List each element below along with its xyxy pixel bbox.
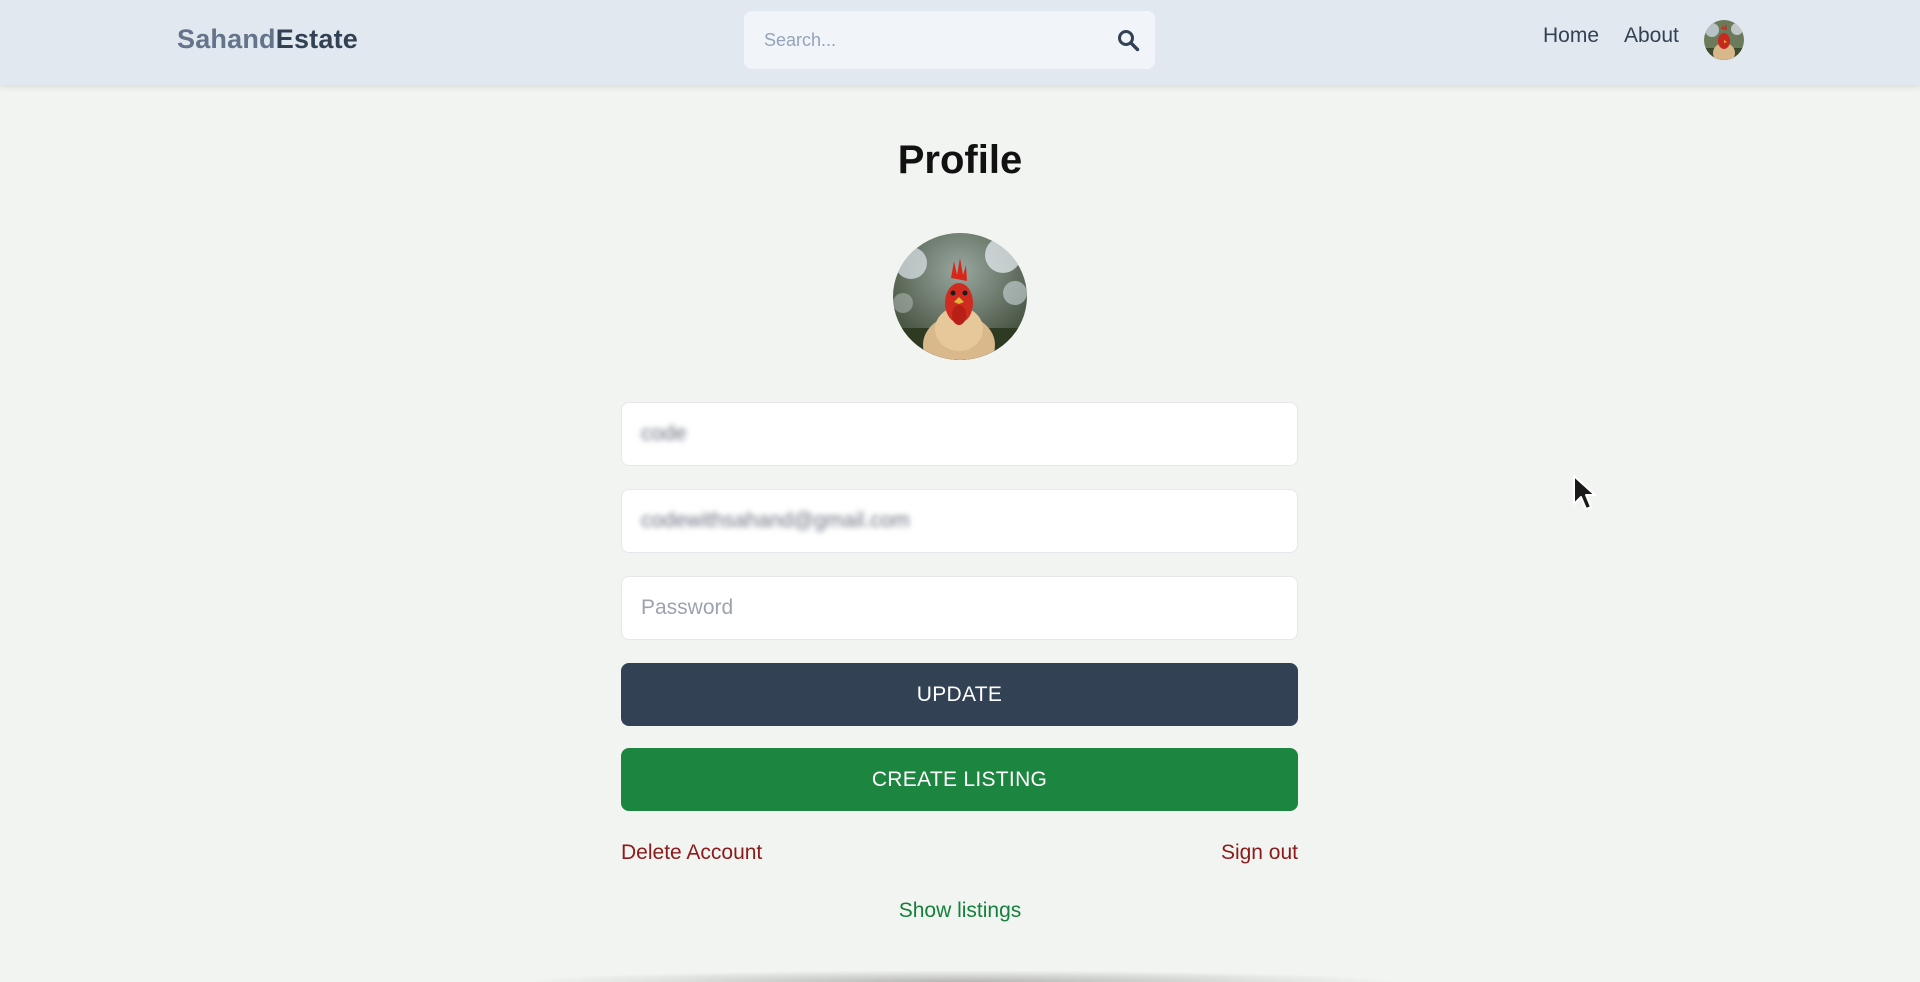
sign-out-link[interactable]: Sign out — [1221, 841, 1298, 865]
profile-rooster-photo — [893, 233, 1027, 360]
header-avatar[interactable] — [1704, 20, 1744, 60]
bottom-shadow — [520, 970, 1400, 982]
show-listings-row: Show listings — [0, 899, 1920, 923]
create-listing-button[interactable]: CREATE LISTING — [621, 748, 1298, 811]
site-logo[interactable]: Sahand Estate — [177, 24, 358, 55]
logo-part-estate: Estate — [275, 24, 358, 54]
search-bar — [744, 11, 1155, 69]
delete-account-link[interactable]: Delete Account — [621, 841, 762, 865]
password-field — [621, 576, 1298, 640]
profile-avatar[interactable] — [893, 233, 1027, 360]
nav-about-link[interactable]: About — [1624, 24, 1679, 48]
page-title: Profile — [897, 138, 1023, 182]
update-button[interactable]: UPDATE — [621, 663, 1298, 726]
logo-part-sahand: Sahand — [177, 24, 276, 54]
username-field — [621, 402, 1298, 466]
search-input[interactable] — [762, 28, 1096, 52]
search-icon — [1118, 30, 1140, 52]
top-navbar: SahandEstate Home About — [0, 0, 1920, 85]
avatar-rooster-icon — [1704, 20, 1744, 60]
email-input[interactable] — [639, 508, 1283, 534]
password-input[interactable] — [639, 595, 1283, 621]
email-field — [621, 489, 1298, 553]
search-button[interactable] — [1115, 27, 1141, 53]
username-input[interactable] — [639, 421, 1283, 447]
show-listings-link[interactable]: Show listings — [899, 899, 1022, 922]
nav-home-link[interactable]: Home — [1543, 24, 1599, 48]
mouse-cursor-icon — [1573, 475, 1596, 510]
